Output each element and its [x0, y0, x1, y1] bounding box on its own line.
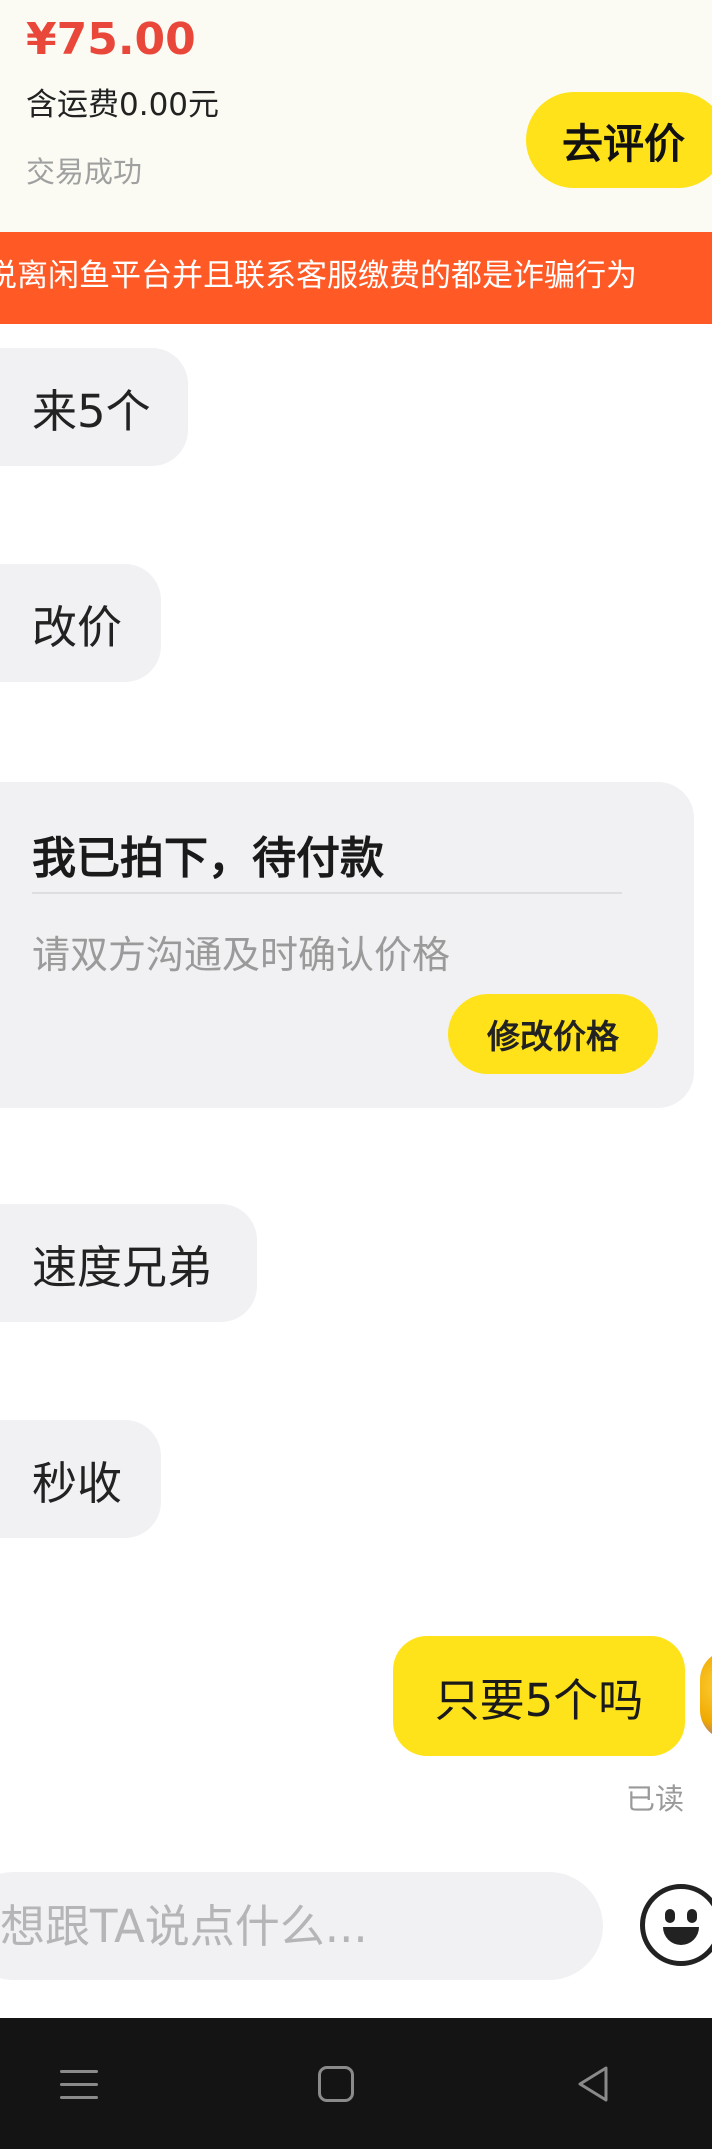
warning-banner: 说离闲鱼平台并且联系客服缴费的都是诈骗行为 [0, 232, 712, 324]
message-text: 速度兄弟 [32, 1240, 213, 1294]
order-placed-card: 我已拍下，待付款 请双方沟通及时确认价格 修改价格 [0, 782, 694, 1108]
order-status: 交易成功 [26, 155, 143, 189]
message-bubble-incoming[interactable]: 来5个 [0, 348, 188, 466]
message-input[interactable] [0, 1872, 603, 1980]
emoji-eye [665, 1909, 675, 1923]
emoji-eye [687, 1909, 697, 1923]
emoji-mouth [663, 1927, 699, 1945]
warning-text: 说离闲鱼平台并且联系客服缴费的都是诈骗行为 [0, 258, 637, 294]
message-bubble-incoming[interactable]: 秒收 [0, 1420, 161, 1538]
modify-price-button[interactable]: 修改价格 [448, 994, 658, 1074]
message-text: 秒收 [32, 1456, 123, 1510]
message-text: 改价 [32, 600, 123, 654]
offer-note: 请双方沟通及时确认价格 [32, 933, 451, 977]
review-button[interactable]: 去评价 [526, 92, 712, 188]
read-status: 已读 [626, 1782, 685, 1816]
order-price: ¥75.00 [26, 14, 196, 65]
message-text: 来5个 [32, 384, 151, 438]
order-shipping: 含运费0.00元 [26, 87, 220, 123]
message-bubble-outgoing[interactable]: 只要5个吗 [393, 1636, 685, 1756]
chat-screen: ¥75.00 含运费0.00元 交易成功 去评价 说离闲鱼平台并且联系客服缴费的… [0, 0, 712, 2149]
back-icon[interactable] [574, 2064, 614, 2104]
avatar[interactable] [700, 1650, 712, 1740]
message-text: 只要5个吗 [434, 1673, 644, 1727]
menu-icon[interactable] [60, 2070, 98, 2100]
offer-title: 我已拍下，待付款 [32, 833, 384, 884]
message-bubble-incoming[interactable]: 改价 [0, 564, 161, 682]
order-card[interactable]: ¥75.00 含运费0.00元 交易成功 去评价 [0, 0, 712, 232]
message-bubble-incoming[interactable]: 速度兄弟 [0, 1204, 257, 1322]
home-icon[interactable] [318, 2066, 354, 2102]
divider [32, 892, 622, 894]
system-nav-bar [0, 2018, 712, 2149]
smiley-icon[interactable] [640, 1884, 712, 1966]
